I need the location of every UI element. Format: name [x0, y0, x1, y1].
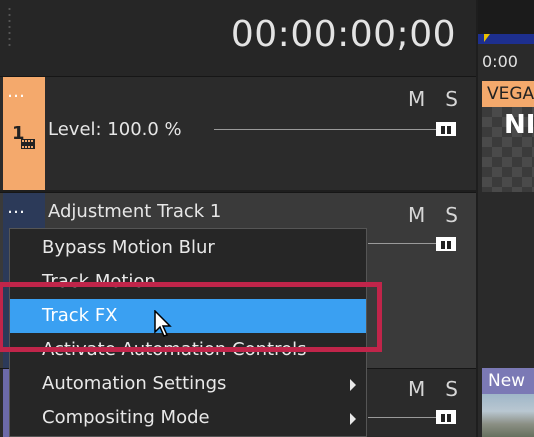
event-text: NI	[504, 110, 534, 140]
menu-item-bypass-motion-blur[interactable]: Bypass Motion Blur	[10, 231, 366, 265]
submenu-arrow-icon	[350, 413, 356, 425]
annotation-highlight-box	[0, 282, 382, 352]
solo-button[interactable]: S	[445, 377, 458, 401]
level-slider-track[interactable]	[368, 243, 436, 244]
grip-icon[interactable]	[8, 6, 11, 46]
ruler-time: 0:00	[482, 52, 518, 71]
mute-button[interactable]: M	[408, 203, 425, 227]
level-slider-track[interactable]	[214, 129, 436, 130]
timecode-display[interactable]: 00:00:00;00	[231, 14, 456, 55]
submenu-arrow-icon	[350, 379, 356, 391]
solo-button[interactable]: S	[445, 87, 458, 111]
track-header-panel: 00:00:00;00 … 1 MS Level: 100.0 % … MS A…	[0, 0, 534, 437]
solo-button[interactable]: S	[445, 203, 458, 227]
menu-item-label: Compositing Mode	[42, 407, 210, 428]
menu-item-automation-settings[interactable]: Automation Settings	[10, 367, 366, 401]
event-thumbnail[interactable]	[482, 394, 534, 437]
event-header[interactable]: New	[482, 368, 534, 394]
level-slider-thumb[interactable]	[436, 410, 456, 424]
menu-item-compositing-mode[interactable]: Compositing Mode	[10, 401, 366, 435]
mute-solo-group: MS	[388, 377, 458, 401]
ruler-top	[478, 0, 534, 34]
event-header[interactable]: VEGA	[482, 81, 534, 107]
mute-solo-group: MS	[388, 203, 458, 227]
timeline-strip[interactable]: 0:00 VEGA NI New	[478, 0, 534, 437]
more-dots-icon[interactable]: …	[7, 83, 26, 101]
timecode-area: 00:00:00;00	[0, 0, 476, 76]
menu-item-label: Bypass Motion Blur	[42, 237, 215, 258]
menu-item-label: Automation Settings	[42, 373, 227, 394]
track-1[interactable]: … 1 MS Level: 100.0 %	[0, 76, 476, 190]
mute-button[interactable]: M	[408, 87, 425, 111]
track-name[interactable]: Adjustment Track 1	[48, 201, 221, 222]
level-slider-thumb[interactable]	[436, 122, 456, 136]
level-label: Level: 100.0 %	[48, 119, 182, 140]
mute-solo-group: MS	[388, 87, 458, 111]
mute-button[interactable]: M	[408, 377, 425, 401]
marker-icon[interactable]	[484, 34, 490, 42]
mouse-cursor-icon	[154, 310, 172, 337]
film-icon	[21, 139, 35, 149]
more-dots-icon[interactable]: …	[7, 199, 26, 217]
track-1-handle[interactable]: … 1	[3, 77, 45, 190]
level-slider-thumb[interactable]	[436, 237, 456, 251]
level-slider-track[interactable]	[368, 417, 436, 418]
